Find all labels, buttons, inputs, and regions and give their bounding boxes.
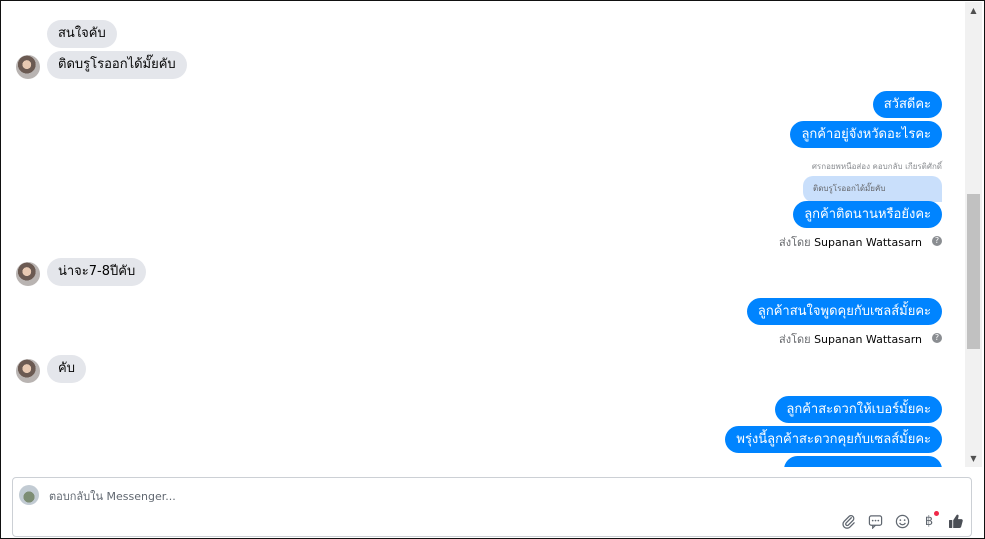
customer-avatar[interactable] [16, 262, 40, 286]
message-out: ลูกค้าติดนานหรือยังคะ [793, 201, 942, 228]
reply-composer: ฿ [12, 477, 972, 537]
chat-bubble-icon[interactable] [866, 512, 884, 530]
message-out: สวัสดีคะ [872, 91, 942, 118]
reply-note: ศรกอยพหนือส่อง คอบกลับ เกียรติศักดิ์ [811, 162, 942, 171]
sent-by-name: Supanan Wattasarn [814, 236, 922, 249]
baht-icon[interactable]: ฿ [920, 511, 939, 530]
quoted-message[interactable]: ติดบรูโรออกได้มั๊ยคับ [803, 176, 942, 202]
conversation-area[interactable]: สนใจคับ ติดบรูโรออกได้มั๊ยคับ สวัสดีคะ ล… [2, 2, 964, 467]
paperclip-icon[interactable] [839, 512, 857, 530]
reply-input[interactable] [49, 486, 749, 506]
sent-by-label: ส่งโดย Supanan Wattasarn [779, 330, 922, 348]
vertical-scrollbar[interactable]: ▲ ▼ [965, 2, 982, 467]
message-out: ลูกค้าสะดวกให้เบอร์มั้ยคะ [775, 396, 942, 423]
customer-avatar[interactable] [16, 55, 40, 79]
scroll-up-arrow-icon[interactable]: ▲ [965, 2, 982, 19]
sent-by-prefix: ส่งโดย [778, 236, 811, 249]
thumbs-up-icon[interactable] [947, 512, 965, 530]
message-in-text: สนใจคับ [47, 20, 117, 48]
message-out-partial [784, 456, 942, 467]
message-in: ติดบรูโรออกได้มั๊ยคับ [47, 51, 187, 79]
sent-by-name: Supanan Wattasarn [814, 333, 922, 346]
customer-avatar[interactable] [16, 359, 40, 383]
message-out: ลูกค้าอยู่จังหวัดอะไรคะ [790, 121, 942, 148]
message-in-text: น่าจะ7-8ปีคับ [47, 258, 147, 286]
message-in: สนใจคับ [47, 20, 117, 48]
notification-dot [934, 511, 939, 516]
message-out: พรุ่งนี้ลูกค้าสะดวกคุยกับเซลส์มั้ยคะ [725, 426, 942, 453]
message-in-text: คับ [47, 355, 86, 383]
message-out: ลูกค้าสนใจพูดคุยกับเซลส์มั้ยคะ [746, 298, 942, 325]
question-circle-icon[interactable]: ? [932, 333, 942, 343]
sent-by-prefix: ส่งโดย [778, 333, 811, 346]
message-in: คับ [47, 355, 86, 383]
smiley-icon[interactable] [893, 512, 911, 530]
scroll-down-arrow-icon[interactable]: ▼ [965, 450, 982, 467]
message-in-text: ติดบรูโรออกได้มั๊ยคับ [47, 51, 187, 79]
page-avatar [19, 485, 39, 505]
message-in: น่าจะ7-8ปีคับ [47, 258, 147, 286]
messenger-window: สนใจคับ ติดบรูโรออกได้มั๊ยคับ สวัสดีคะ ล… [0, 0, 985, 539]
sent-by-label: ส่งโดย Supanan Wattasarn [779, 233, 922, 251]
scrollbar-thumb[interactable] [967, 194, 980, 349]
question-circle-icon[interactable]: ? [932, 236, 942, 246]
